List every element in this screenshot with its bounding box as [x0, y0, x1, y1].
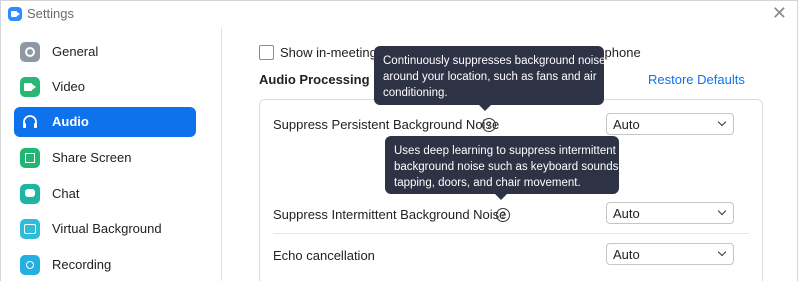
- select-value: Auto: [613, 247, 640, 262]
- headphones-icon: [20, 112, 40, 132]
- sidebar-item-audio[interactable]: Audio: [14, 107, 196, 137]
- help-icon[interactable]: ?: [482, 118, 496, 132]
- sidebar-item-label: Virtual Background: [52, 221, 162, 236]
- select-value: Auto: [613, 206, 640, 221]
- sidebar-item-label: Chat: [52, 186, 80, 201]
- persistent-noise-label: Suppress Persistent Background Noise: [273, 117, 500, 132]
- section-title: Audio Processing: [259, 72, 370, 87]
- virtual-background-icon: [20, 219, 40, 239]
- settings-window: Settings ✕ General Video Audio Share Scr…: [0, 0, 798, 281]
- gear-icon: [20, 42, 40, 62]
- share-screen-icon: [20, 148, 40, 168]
- tooltip-line: conditioning.: [383, 87, 448, 99]
- sidebar-item-general[interactable]: General: [14, 37, 196, 67]
- tooltip-line: Continuously suppresses background noise: [383, 55, 606, 67]
- show-in-meeting-label: Show in-meeting: [280, 45, 377, 60]
- zoom-app-icon: [8, 7, 22, 21]
- help-icon[interactable]: ?: [496, 208, 510, 222]
- restore-defaults-link[interactable]: Restore Defaults: [648, 72, 745, 87]
- tooltip-line: Uses deep learning to suppress intermitt…: [394, 145, 616, 157]
- tooltip-line: tapping, doors, and chair movement.: [394, 177, 581, 189]
- sidebar-item-share-screen[interactable]: Share Screen: [14, 143, 196, 173]
- sidebar-item-label: Recording: [52, 257, 112, 272]
- sidebar-item-label: Audio: [52, 114, 89, 129]
- intermittent-noise-label: Suppress Intermittent Background Noise: [273, 207, 507, 222]
- video-camera-icon: [20, 77, 40, 97]
- sidebar-item-label: General: [52, 44, 99, 59]
- persistent-noise-tooltip: Continuously suppresses background noise…: [374, 46, 606, 111]
- sidebar-item-label: Share Screen: [52, 150, 132, 165]
- sidebar-item-recording[interactable]: Recording: [14, 250, 196, 280]
- close-icon[interactable]: ✕: [772, 4, 787, 22]
- sidebar-item-virtual-background[interactable]: Virtual Background: [14, 214, 196, 244]
- divider: [273, 233, 749, 234]
- sidebar: General Video Audio Share Screen Chat Vi…: [1, 27, 222, 281]
- select-value: Auto: [613, 117, 640, 132]
- show-in-meeting-checkbox[interactable]: [259, 45, 274, 60]
- tooltip-line: around your location, such as fans and a…: [383, 71, 597, 83]
- title-bar: Settings ✕: [1, 1, 797, 27]
- echo-cancellation-select[interactable]: Auto: [606, 243, 734, 265]
- sidebar-item-chat[interactable]: Chat: [14, 179, 196, 209]
- tooltip-line: background noise such as keyboard sounds…: [394, 161, 622, 173]
- echo-cancellation-label: Echo cancellation: [273, 248, 375, 263]
- chevron-down-icon: [717, 247, 727, 257]
- chat-bubble-icon: [20, 184, 40, 204]
- chevron-down-icon: [717, 206, 727, 216]
- chevron-down-icon: [717, 117, 727, 127]
- sidebar-item-label: Video: [52, 79, 86, 94]
- record-icon: [20, 255, 40, 275]
- persistent-noise-select[interactable]: Auto: [606, 113, 734, 135]
- sidebar-item-video[interactable]: Video: [14, 72, 196, 102]
- intermittent-noise-tooltip: Uses deep learning to suppress intermitt…: [385, 136, 622, 200]
- window-title: Settings: [27, 6, 74, 21]
- intermittent-noise-select[interactable]: Auto: [606, 202, 734, 224]
